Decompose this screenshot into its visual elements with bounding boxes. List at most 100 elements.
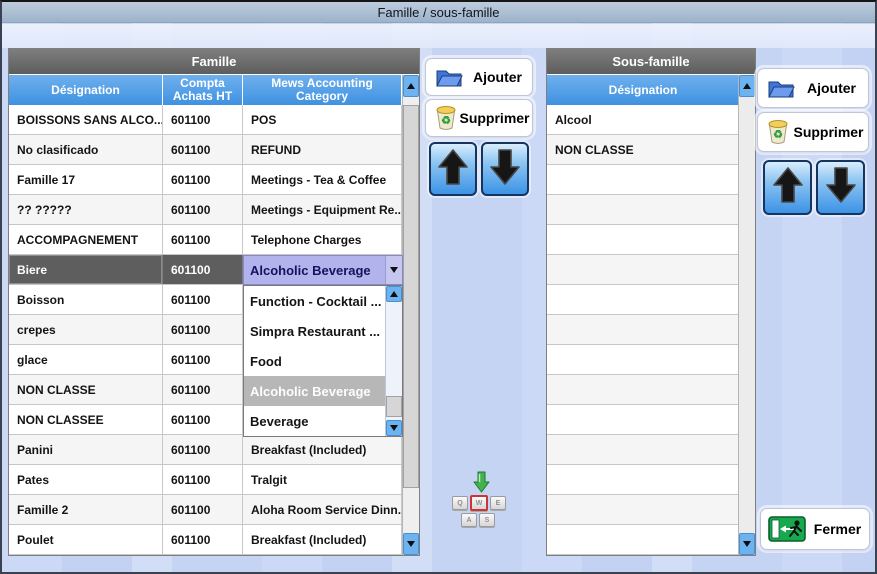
key-e: E [490, 496, 506, 510]
table-row[interactable]: Panini 601100 Breakfast (Included) [9, 435, 419, 465]
cell-designation: Famille 2 [9, 495, 163, 524]
table-row[interactable] [547, 285, 755, 315]
scrollbar-thumb[interactable] [403, 105, 419, 488]
cell-designation: Boisson [9, 285, 163, 314]
table-row[interactable]: ?? ????? 601100 Meetings - Equipment Re.… [9, 195, 419, 225]
table-row[interactable] [547, 315, 755, 345]
cell-designation: No clasificado [9, 135, 163, 164]
cell-designation: ACCOMPAGNEMENT [9, 225, 163, 254]
table-row[interactable]: Famille 2 601100 Aloha Room Service Dinn… [9, 495, 419, 525]
combobox-dropdown-button[interactable] [385, 256, 402, 284]
key-w: W [470, 495, 488, 511]
window-titlebar: Famille / sous-famille [2, 2, 875, 23]
key-q: Q [452, 496, 468, 510]
table-row[interactable] [547, 465, 755, 495]
sous-famille-move-down-button[interactable] [816, 160, 865, 215]
dropdown-scrollbar[interactable] [385, 286, 402, 436]
cell-designation: Panini [9, 435, 163, 464]
famille-group-header: Famille [9, 49, 419, 75]
scroll-up-button[interactable] [403, 75, 419, 97]
table-row[interactable]: NON CLASSE [547, 135, 755, 165]
sous-famille-scrollbar[interactable] [738, 75, 755, 555]
dropdown-option[interactable]: Function - Cocktail ... [244, 286, 385, 316]
cell-compta: 601100 [163, 435, 243, 464]
svg-text:♻: ♻ [441, 115, 451, 127]
scroll-up-button[interactable] [386, 286, 402, 302]
sous-famille-column-headers: Désignation [547, 75, 755, 105]
cell-mews: POS [243, 105, 402, 134]
dropdown-option[interactable]: Food [244, 346, 385, 376]
button-label: Supprimer [793, 124, 864, 140]
cell-compta: 601100 [163, 135, 243, 164]
table-row[interactable] [547, 405, 755, 435]
scroll-down-button[interactable] [739, 533, 755, 555]
arrow-up-icon [771, 165, 805, 210]
famille-supprimer-button[interactable]: ♻ Supprimer [425, 99, 533, 137]
scroll-down-button[interactable] [403, 533, 419, 555]
column-header-compta[interactable]: Compta Achats HT [163, 75, 243, 105]
table-row[interactable] [547, 525, 755, 555]
cell-designation: NON CLASSEE [9, 405, 163, 434]
table-row[interactable] [547, 195, 755, 225]
cell-designation: NON CLASSE [9, 375, 163, 404]
table-row[interactable] [547, 495, 755, 525]
cell-compta: 601100 [163, 495, 243, 524]
fermer-button[interactable]: Fermer [760, 508, 870, 550]
key-a: A [461, 513, 477, 527]
table-row[interactable] [547, 435, 755, 465]
cell-compta: 601100 [163, 405, 243, 434]
table-row[interactable]: ACCOMPAGNEMENT 601100 Telephone Charges [9, 225, 419, 255]
cell-mews: Meetings - Tea & Coffee [243, 165, 402, 194]
svg-text:♻: ♻ [773, 129, 783, 141]
cell-compta: 601100 [163, 255, 243, 284]
dropdown-option[interactable]: Simpra Restaurant ... [244, 316, 385, 346]
famille-ajouter-button[interactable]: Ajouter [425, 58, 533, 96]
cell-designation: Famille 17 [9, 165, 163, 194]
dropdown-option[interactable]: Beverage [244, 406, 385, 436]
cell-designation: glace [9, 345, 163, 374]
cell-compta: 601100 [163, 375, 243, 404]
table-row[interactable] [547, 375, 755, 405]
dropdown-option-highlighted[interactable]: Alcoholic Beverage [244, 376, 385, 406]
famille-group-title: Famille [191, 54, 237, 69]
button-label: Fermer [813, 521, 862, 537]
table-row[interactable]: Pates 601100 Tralgit [9, 465, 419, 495]
sous-famille-table: Sous-famille Désignation Alcool NON CLAS… [546, 48, 756, 556]
sous-famille-supprimer-button[interactable]: ♻ Supprimer [757, 112, 869, 152]
cell-designation: BOISSONS SANS ALCO... [9, 105, 163, 134]
mews-category-combobox[interactable]: Alcoholic Beverage [243, 255, 403, 285]
table-row[interactable]: Alcool [547, 105, 755, 135]
scroll-up-button[interactable] [739, 75, 755, 97]
table-row[interactable]: BOISSONS SANS ALCO... 601100 POS [9, 105, 419, 135]
folder-add-icon [435, 66, 463, 88]
category-dropdown-list: Function - Cocktail ... Simpra Restauran… [243, 285, 403, 437]
cell-designation: ?? ????? [9, 195, 163, 224]
sous-famille-move-up-button[interactable] [763, 160, 812, 215]
sous-famille-group-header: Sous-famille [547, 49, 755, 75]
cell-mews: Telephone Charges [243, 225, 402, 254]
button-label: Supprimer [459, 110, 530, 126]
sous-famille-ajouter-button[interactable]: Ajouter [757, 68, 869, 108]
famille-move-down-button[interactable] [481, 142, 529, 196]
cell-compta: 601100 [163, 345, 243, 374]
table-row[interactable] [547, 255, 755, 285]
triangle-up-icon [407, 83, 415, 89]
table-row[interactable] [547, 165, 755, 195]
scroll-down-button[interactable] [386, 420, 402, 436]
famille-sous-famille-window: Famille / sous-famille Famille Désignati… [0, 0, 877, 574]
famille-move-up-button[interactable] [429, 142, 477, 196]
column-header-mews[interactable]: Mews Accounting Category [243, 75, 402, 105]
button-label: Ajouter [473, 69, 522, 85]
column-header-designation[interactable]: Désignation [547, 75, 740, 105]
famille-scrollbar[interactable] [402, 75, 419, 555]
table-row[interactable]: Poulet 601100 Breakfast (Included) [9, 525, 419, 555]
table-row[interactable]: Famille 17 601100 Meetings - Tea & Coffe… [9, 165, 419, 195]
table-row[interactable]: No clasificado 601100 REFUND [9, 135, 419, 165]
scrollbar-thumb[interactable] [386, 396, 402, 417]
column-header-designation[interactable]: Désignation [9, 75, 163, 105]
cell-compta: 601100 [163, 165, 243, 194]
arrow-down-icon [488, 147, 522, 192]
table-row[interactable] [547, 225, 755, 255]
table-row[interactable] [547, 345, 755, 375]
triangle-down-icon [390, 425, 398, 431]
